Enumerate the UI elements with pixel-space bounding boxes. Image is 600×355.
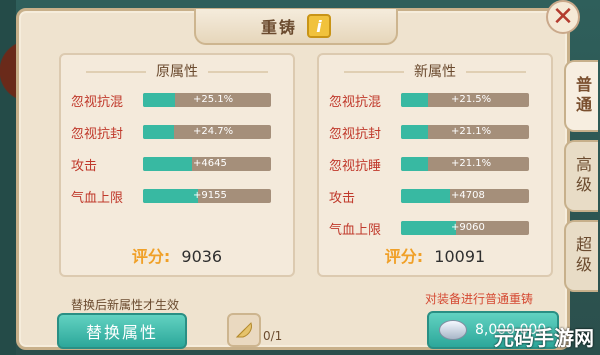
attr-bar-fill [143, 125, 174, 139]
attr-name: 忽视抗混 [329, 94, 382, 110]
attr-row: 攻击 +4645 [71, 155, 283, 174]
attr-value: +4645 [193, 158, 227, 169]
feather-icon [235, 322, 252, 338]
score-label: 评分: [131, 247, 171, 266]
attr-bar-fill [401, 189, 450, 203]
attr-row: 忽视抗封 +24.7% [71, 123, 283, 142]
attr-row: 气血上限 +9155 [71, 187, 283, 206]
attr-name: 气血上限 [329, 222, 382, 238]
score-value: 10091 [434, 247, 486, 266]
close-button[interactable]: ✕ [546, 0, 580, 34]
attr-name: 攻击 [71, 158, 98, 174]
attr-value: +4708 [451, 190, 485, 201]
attr-bar: +4645 [143, 157, 271, 171]
attr-bar: +21.1% [401, 125, 529, 139]
attr-row: 攻击 +4708 [329, 187, 541, 206]
attr-bar-fill [401, 93, 428, 107]
attr-value: +25.1% [193, 94, 234, 105]
material-slot[interactable] [227, 313, 261, 347]
score-label: 评分: [384, 247, 424, 266]
attr-value: +9060 [451, 222, 485, 233]
attr-row: 忽视抗睡 +21.1% [329, 155, 541, 174]
attr-name: 忽视抗封 [71, 126, 124, 142]
reforge-window: 重铸 i 原属性 忽视抗混 +25.1% 忽视抗封 +24.7% 攻击 +464… [16, 8, 570, 350]
attr-bar: +25.1% [143, 93, 271, 107]
attr-bar: +9060 [401, 221, 529, 235]
replace-attributes-button[interactable]: 替换属性 [57, 313, 187, 349]
attr-name: 气血上限 [71, 190, 124, 206]
attr-bar: +24.7% [143, 125, 271, 139]
replace-note: 替换后新属性才生效 [71, 298, 180, 312]
attr-bar-fill [401, 157, 428, 171]
attr-bar-fill [401, 125, 428, 139]
attr-bar: +9155 [143, 189, 271, 203]
attr-row: 忽视抗封 +21.1% [329, 123, 541, 142]
attr-name: 攻击 [329, 190, 356, 206]
score: 评分: 10091 [319, 243, 551, 267]
tab-advanced[interactable]: 高级 [564, 140, 598, 212]
slot-count: 0/1 [263, 329, 283, 343]
attr-row: 忽视抗混 +25.1% [71, 91, 283, 110]
attr-bar: +4708 [401, 189, 529, 203]
title-bar: 重铸 i [194, 9, 398, 45]
window-title: 重铸 [260, 18, 297, 37]
attr-value: +24.7% [193, 126, 234, 137]
original-attributes-panel: 原属性 忽视抗混 +25.1% 忽视抗封 +24.7% 攻击 +4645 气血上… [59, 53, 295, 277]
attr-bar: +21.5% [401, 93, 529, 107]
attr-name: 忽视抗睡 [329, 158, 382, 174]
attr-row: 气血上限 +9060 [329, 219, 541, 238]
new-attributes-panel: 新属性 忽视抗混 +21.5% 忽视抗封 +21.1% 忽视抗睡 +21.1% … [317, 53, 553, 277]
panel-title: 新属性 [319, 61, 551, 81]
info-icon[interactable]: i [307, 14, 331, 38]
attr-bar-fill [143, 189, 199, 203]
tab-normal[interactable]: 普通 [564, 60, 598, 132]
attr-bar: +21.1% [401, 157, 529, 171]
score-value: 9036 [181, 247, 223, 266]
panel-title: 原属性 [61, 61, 293, 81]
watermark: 元码手游网 [494, 326, 594, 350]
tab-bar: 普通 高级 超级 [564, 60, 600, 300]
attr-name: 忽视抗封 [329, 126, 382, 142]
attr-value: +21.5% [451, 94, 492, 105]
attr-value: +21.1% [451, 126, 492, 137]
attr-value: +9155 [193, 190, 227, 201]
attr-name: 忽视抗混 [71, 94, 124, 110]
score: 评分: 9036 [61, 243, 293, 267]
attr-value: +21.1% [451, 158, 492, 169]
attr-bar-fill [143, 157, 192, 171]
attr-row: 忽视抗混 +21.5% [329, 91, 541, 110]
attr-bar-fill [401, 221, 457, 235]
reforge-note: 对装备进行普通重铸 [425, 292, 534, 306]
silver-icon [439, 320, 467, 340]
attr-bar-fill [143, 93, 175, 107]
tab-super[interactable]: 超级 [564, 220, 598, 292]
